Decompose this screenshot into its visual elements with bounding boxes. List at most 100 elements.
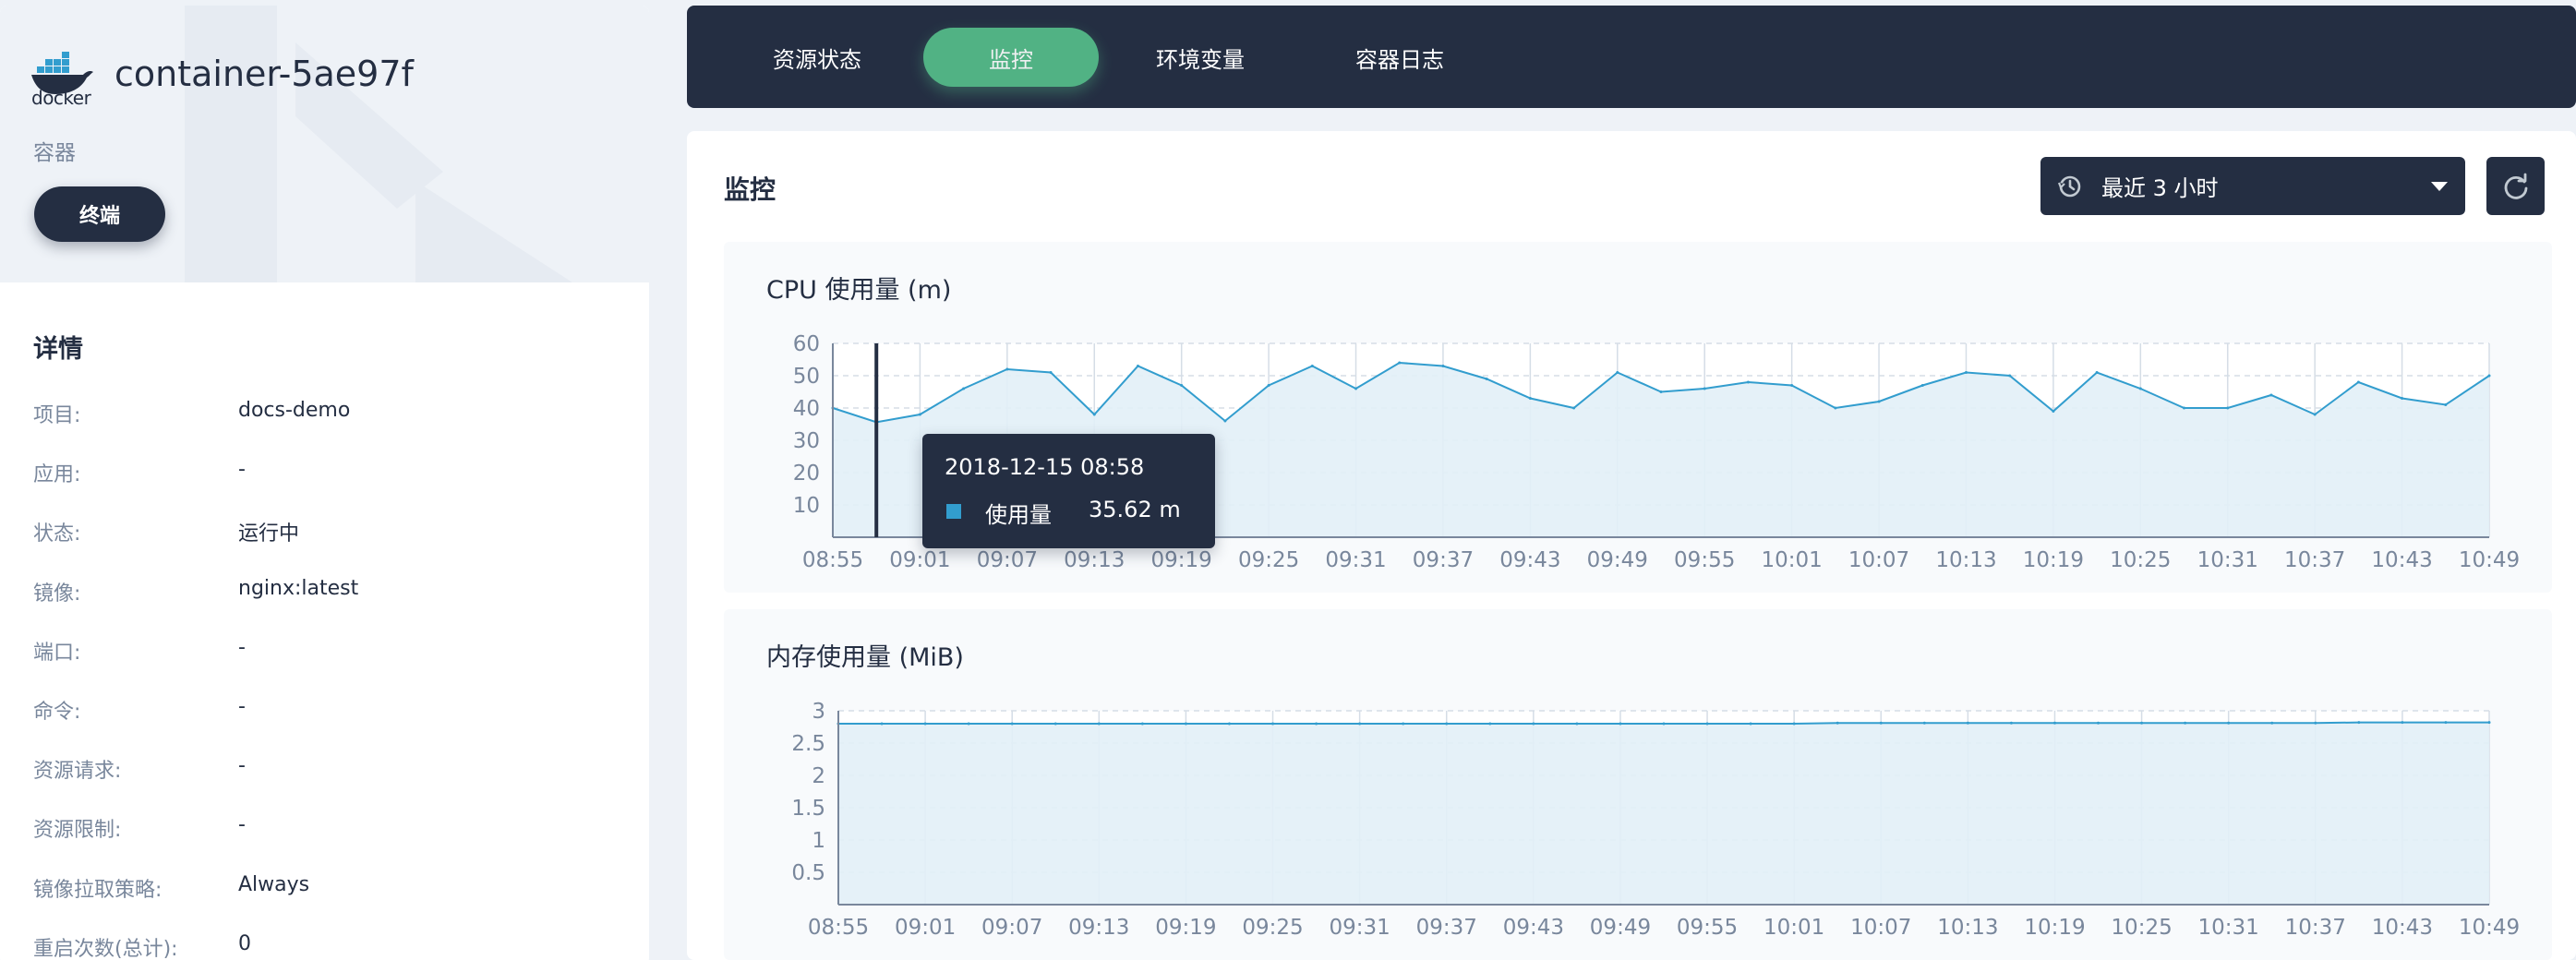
x-tick-label: 09:43 (1499, 548, 1560, 572)
detail-key: 资源限制: (33, 819, 122, 843)
x-tick-label: 10:25 (2111, 916, 2172, 940)
x-tick-label: 10:13 (1937, 916, 1998, 940)
x-tick-label: 09:31 (1329, 916, 1390, 940)
x-tick-label: 10:31 (2198, 916, 2259, 940)
tab-bar: 资源状态 监控 环境变量 容器日志 (687, 6, 2576, 108)
data-point (2140, 721, 2144, 725)
detail-row-app: 应用: - (33, 458, 624, 517)
data-point (1488, 722, 1492, 726)
tab-resource-status[interactable]: 资源状态 (737, 28, 897, 87)
x-tick-label: 09:49 (1587, 548, 1648, 572)
time-range-select[interactable]: 最近 3 小时 (2040, 157, 2465, 215)
data-point (1834, 406, 1837, 410)
background-decoration (185, 6, 572, 282)
monitoring-title: 监控 (724, 174, 776, 205)
data-point (2009, 721, 2013, 725)
detail-key: 镜像: (33, 582, 81, 606)
data-point (1964, 371, 1968, 374)
x-tick-label: 09:13 (1068, 916, 1129, 940)
details-list: 项目: docs-demo 应用: - 状态: 运行中 镜像: nginx:la… (33, 399, 624, 960)
data-point (1528, 397, 1532, 400)
refresh-icon (2504, 173, 2527, 199)
data-point (2097, 721, 2101, 725)
data-point (1532, 722, 1535, 726)
detail-key: 端口: (33, 641, 81, 665)
tab-container-logs[interactable]: 容器日志 (1317, 28, 1483, 87)
data-point (967, 722, 970, 726)
detail-value: 运行中 (238, 522, 300, 546)
detail-row-image: 镜像: nginx:latest (33, 577, 624, 636)
y-tick-label: 10 (793, 494, 820, 518)
data-point (1310, 365, 1314, 367)
detail-key: 资源请求: (33, 760, 122, 784)
x-tick-label: 09:07 (977, 548, 1038, 572)
detail-row-resource-requests: 资源请求: - (33, 754, 624, 813)
data-point (918, 413, 921, 416)
data-point (1792, 722, 1796, 726)
x-tick-label: 09:55 (1674, 548, 1735, 572)
data-point (1616, 371, 1619, 374)
data-point (1092, 413, 1096, 416)
x-tick-label: 10:37 (2284, 548, 2345, 572)
tab-environment-variables[interactable]: 环境变量 (1117, 28, 1283, 87)
data-point (1097, 722, 1101, 726)
data-point (2357, 721, 2361, 725)
detail-row-project: 项目: docs-demo (33, 399, 624, 458)
detail-value: nginx:latest (238, 576, 359, 600)
data-point (1267, 384, 1270, 387)
detail-key: 命令: (33, 700, 81, 724)
detail-row-ports: 端口: - (33, 636, 624, 695)
detail-key: 项目: (33, 404, 81, 427)
detail-row-restart-count: 重启次数(总计): 0 (33, 932, 624, 960)
data-point (2095, 371, 2099, 374)
terminal-button[interactable]: 终端 (34, 186, 165, 242)
data-point (1445, 722, 1449, 726)
resource-type-label: 容器 (33, 141, 76, 165)
tab-monitoring[interactable]: 监控 (923, 28, 1099, 87)
data-point (1402, 722, 1405, 726)
x-tick-label: 10:07 (1850, 916, 1911, 940)
detail-row-resource-limits: 资源限制: - (33, 813, 624, 872)
x-tick-label: 09:07 (981, 916, 1042, 940)
x-tick-label: 10:19 (2024, 916, 2085, 940)
y-tick-label: 1.5 (791, 797, 825, 821)
x-tick-label: 09:25 (1242, 916, 1303, 940)
data-point (1354, 387, 1358, 390)
data-point (1184, 722, 1187, 726)
refresh-button[interactable] (2486, 157, 2545, 215)
docker-logo-text: docker (31, 87, 91, 109)
data-point (2052, 410, 2055, 413)
x-tick-label: 09:13 (1064, 548, 1125, 572)
data-point (1966, 721, 1969, 725)
x-tick-label: 09:19 (1151, 548, 1212, 572)
data-point (1703, 387, 1706, 390)
x-tick-label: 09:37 (1416, 916, 1477, 940)
detail-value: docs-demo (238, 399, 351, 422)
detail-key: 重启次数(总计): (33, 937, 178, 960)
chart-tooltip: 2018-12-15 08:58 使用量 35.62 m (922, 434, 1215, 548)
data-point (2444, 721, 2448, 725)
x-tick-label: 08:55 (808, 916, 869, 940)
memory-usage-chart[interactable]: 0.5 1 1.5 2 2.5 3 08:55 09:01 09:07 09:13 09:19 09:… (724, 609, 2552, 960)
y-tick-label: 50 (793, 365, 820, 389)
data-point (1180, 384, 1184, 387)
data-point (1790, 384, 1794, 387)
detail-value: - (238, 694, 246, 718)
detail-value: - (238, 754, 246, 778)
data-point (2401, 397, 2404, 400)
data-point (2184, 721, 2187, 725)
tooltip-series-name: 使用量 (985, 502, 1052, 528)
data-point (1877, 400, 1881, 403)
x-tick-label: 08:55 (802, 548, 863, 572)
data-point (1746, 380, 1750, 384)
data-point (2356, 380, 2360, 384)
data-point (1662, 722, 1666, 726)
x-tick-label: 09:01 (895, 916, 956, 940)
time-range-label: 最近 3 小时 (2101, 175, 2219, 201)
y-tick-label: 30 (793, 429, 820, 453)
detail-value: Always (238, 872, 310, 896)
data-point (1485, 378, 1488, 380)
data-point (2314, 721, 2317, 725)
data-point (2138, 387, 2142, 390)
y-tick-label: 0.5 (791, 861, 825, 885)
